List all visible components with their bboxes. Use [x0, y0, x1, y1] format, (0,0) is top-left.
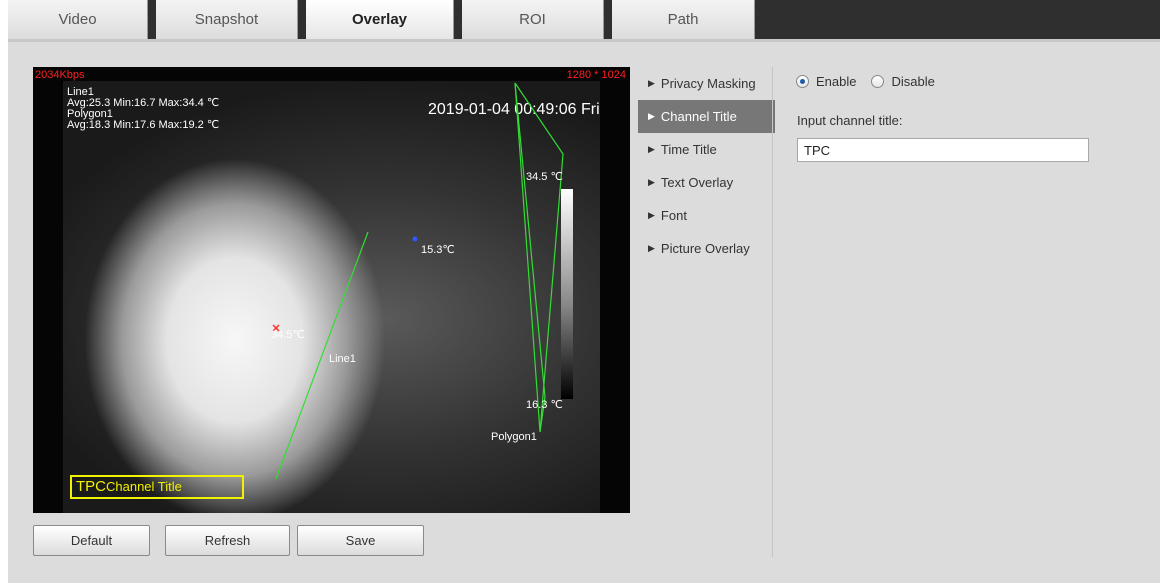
- enable-radio[interactable]: [796, 75, 809, 88]
- red-marker-label: 34.5℃: [271, 329, 305, 341]
- overlay-menu: ▶ Privacy Masking ▶ Channel Title ▶ Time Ti…: [638, 67, 775, 265]
- tab-snapshot[interactable]: Snapshot: [156, 0, 298, 39]
- menu-item-text-overlay[interactable]: ▶ Text Overlay: [638, 166, 775, 199]
- disable-label[interactable]: Disable: [891, 74, 934, 89]
- menu-divider: [772, 67, 773, 557]
- overlay-graphics: [272, 82, 564, 480]
- disable-radio[interactable]: [871, 75, 885, 88]
- scale-min-label: 16.3 ℃: [526, 399, 563, 411]
- enable-radio-group: Enable Disable: [796, 74, 950, 89]
- menu-item-label: Time Title: [660, 142, 717, 157]
- menu-item-channel-title[interactable]: ▶ Channel Title: [638, 100, 775, 133]
- line-label: Line1: [329, 353, 356, 365]
- measure-polygon[interactable]: [514, 82, 564, 433]
- menu-item-time-title[interactable]: ▶ Time Title: [638, 133, 775, 166]
- min-temp-marker-icon: [412, 236, 418, 242]
- tab-separator: [454, 0, 462, 39]
- save-button[interactable]: Save: [297, 525, 424, 556]
- menu-item-label: Text Overlay: [660, 175, 734, 190]
- polygon-label: Polygon1: [491, 431, 537, 443]
- triangle-right-icon: ▶: [648, 144, 655, 154]
- menu-item-label: Privacy Masking: [660, 76, 756, 91]
- menu-item-label: Font: [660, 208, 687, 223]
- channel-title-box[interactable]: TPCChannel Title: [70, 475, 244, 499]
- menu-item-label: Channel Title: [660, 109, 737, 124]
- menu-item-label: Picture Overlay: [660, 241, 750, 256]
- tab-separator: [298, 0, 306, 39]
- tab-separator: [148, 0, 156, 39]
- channel-title-value: TPC: [76, 478, 106, 495]
- polygon-edge: [514, 82, 546, 433]
- tab-bar: Video Snapshot Overlay ROI Path: [8, 0, 1160, 39]
- triangle-right-icon: ▶: [648, 177, 655, 187]
- triangle-right-icon: ▶: [648, 78, 655, 88]
- triangle-right-icon: ▶: [648, 111, 655, 121]
- temperature-scale-bar: [561, 189, 573, 399]
- default-button[interactable]: Default: [33, 525, 150, 556]
- channel-title-tag: Channel Title: [106, 479, 182, 494]
- video-preview[interactable]: 2034Kbps 1280 * 1024 Line1 Avg:25.3 Min:…: [33, 67, 630, 513]
- channel-title-input[interactable]: [797, 138, 1089, 162]
- tab-separator: [604, 0, 612, 39]
- tab-path[interactable]: Path: [612, 0, 755, 39]
- blue-marker-label: 15.3℃: [421, 244, 455, 256]
- tab-video[interactable]: Video: [8, 0, 148, 39]
- tab-roi[interactable]: ROI: [462, 0, 604, 39]
- menu-item-font[interactable]: ▶ Font: [638, 199, 775, 232]
- refresh-button[interactable]: Refresh: [165, 525, 290, 556]
- triangle-right-icon: ▶: [648, 243, 655, 253]
- channel-title-input-label: Input channel title:: [797, 113, 903, 128]
- tab-overlay[interactable]: Overlay: [306, 0, 454, 39]
- menu-item-picture-overlay[interactable]: ▶ Picture Overlay: [638, 232, 775, 265]
- scale-max-label: 34.5 ℃: [526, 171, 563, 183]
- triangle-right-icon: ▶: [648, 210, 655, 220]
- enable-label[interactable]: Enable: [816, 74, 856, 89]
- menu-item-privacy-masking[interactable]: ▶ Privacy Masking: [638, 67, 775, 100]
